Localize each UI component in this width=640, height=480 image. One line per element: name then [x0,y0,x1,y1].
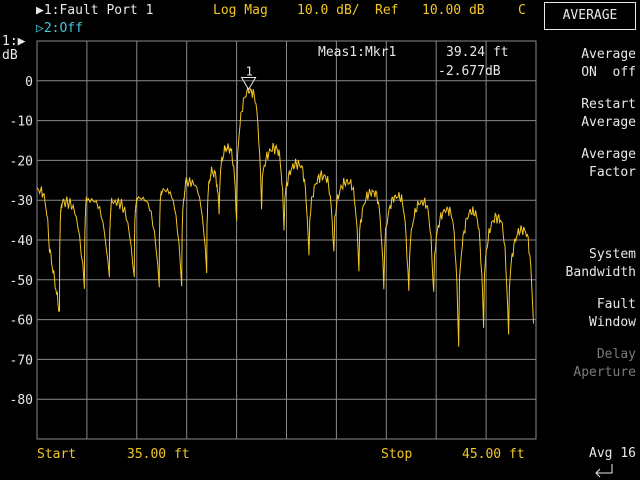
y-tick-labels: 0 -10 -20 -30 -40 -50 -60 -70 -80 [10,75,33,408]
y-tick-label: -40 [10,234,33,249]
trace-plot[interactable]: 0 -10 -20 -30 -40 -50 -60 -70 -80 1 [0,0,640,480]
softkey-average-on-off[interactable]: Average ON off [581,46,636,82]
softkey-line1: Average [581,47,636,62]
marker-distance: 39.24 ft [446,45,509,60]
softkey-line2: Aperture [573,365,636,380]
y-tick-label: -70 [10,353,33,368]
softkey-line2: Window [589,315,636,330]
softkey-line1: System [589,247,636,262]
y-tick-label: -80 [10,393,33,408]
marker-number: 1 [246,64,253,78]
graticule [36,40,537,440]
stop-value: 45.00 ft [462,447,525,462]
trace-line [36,87,534,347]
stop-label: Stop [381,447,413,462]
marker-1[interactable]: 1 [240,64,257,91]
return-arrow-icon[interactable] [592,462,616,478]
softkey-line1: Average [581,147,636,162]
marker-value: -2.677dB [438,64,501,79]
softkey-line2: Average [581,115,636,130]
softkey-line1: Delay [596,347,636,362]
softkey-line1: Fault [596,297,636,312]
y-tick-label: -60 [10,314,33,329]
softkey-system-bandwidth[interactable]: System Bandwidth [566,246,636,282]
softkey-line2: ON off [581,65,636,80]
start-value: 35.00 ft [127,447,190,462]
start-label: Start [37,447,77,462]
marker-readout-label: Meas1:Mkr1 [318,45,397,60]
softkey-line2: Bandwidth [565,265,636,280]
softkey-average-factor[interactable]: Average Factor [581,146,636,182]
softkey-delay-aperture[interactable]: Delay Aperture [573,346,636,382]
softkey-line2: Factor [589,165,636,180]
y-tick-label: -30 [10,194,33,209]
softkey-restart-average[interactable]: Restart Average [581,96,636,132]
softkey-line1: Restart [581,97,636,112]
y-tick-label: -50 [10,274,33,289]
menu-title: AVERAGE [544,2,636,30]
y-tick-label: 0 [25,75,33,90]
y-tick-label: -10 [10,115,33,130]
y-tick-label: -20 [10,154,33,169]
avg-status: Avg 16 [589,446,636,461]
softkey-fault-window[interactable]: Fault Window [589,296,636,332]
marker-triangle-icon [240,76,257,91]
